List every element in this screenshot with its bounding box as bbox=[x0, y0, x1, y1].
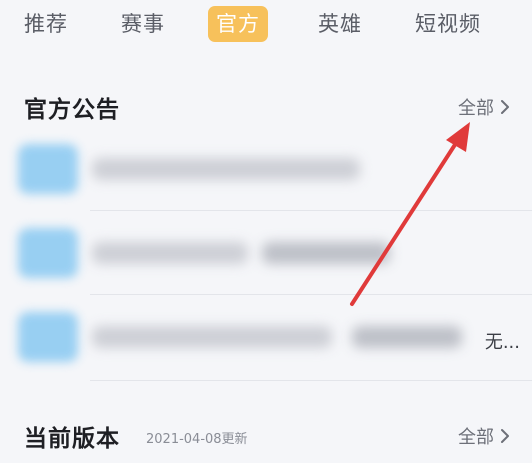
current-version-title: 当前版本 bbox=[24, 426, 120, 452]
announcement-title-tail: 无... bbox=[484, 332, 520, 353]
category-tabs: 推荐 赛事 官方 英雄 短视频 bbox=[0, 0, 532, 58]
tab-events[interactable]: 赛事 bbox=[121, 6, 165, 42]
tab-recommended[interactable]: 推荐 bbox=[24, 6, 68, 42]
current-version-more-link[interactable]: 全部 bbox=[458, 423, 510, 449]
announcement-thumbnail bbox=[18, 144, 78, 194]
blurred-announcement-text bbox=[92, 158, 360, 180]
blurred-announcement-text bbox=[352, 326, 462, 348]
list-item[interactable] bbox=[0, 130, 532, 208]
blurred-announcement-text bbox=[92, 242, 248, 264]
divider bbox=[90, 380, 532, 381]
chevron-right-icon bbox=[501, 100, 509, 114]
tab-heroes[interactable]: 英雄 bbox=[318, 6, 362, 42]
announcement-thumbnail bbox=[18, 312, 78, 362]
divider bbox=[90, 210, 532, 211]
current-version-updated: 2021-04-08更新 bbox=[146, 432, 248, 447]
list-item[interactable]: 无... bbox=[0, 298, 532, 376]
announcement-thumbnail bbox=[18, 228, 78, 278]
current-version-more-label: 全部 bbox=[458, 427, 494, 448]
announcements-more-label: 全部 bbox=[458, 98, 494, 119]
announcements-title: 官方公告 bbox=[24, 97, 120, 123]
tab-short-videos[interactable]: 短视频 bbox=[415, 6, 481, 42]
list-item[interactable] bbox=[0, 214, 532, 292]
blurred-announcement-text bbox=[92, 326, 332, 348]
announcements-more-link[interactable]: 全部 bbox=[458, 94, 510, 120]
blurred-announcement-text bbox=[262, 242, 390, 264]
tab-official[interactable]: 官方 bbox=[208, 6, 268, 42]
chevron-right-icon bbox=[501, 429, 509, 443]
divider bbox=[90, 294, 532, 295]
